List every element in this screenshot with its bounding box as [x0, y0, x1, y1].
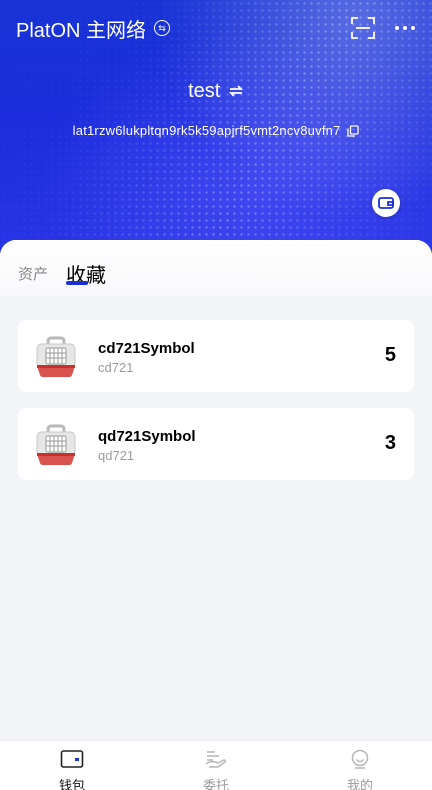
network-switch-icon: ⇆	[154, 20, 171, 36]
wallet-card-icon	[378, 197, 394, 209]
nav-item-profile[interactable]: 我的	[288, 741, 432, 790]
tab-bar: 资产 收藏	[0, 240, 432, 296]
switch-wallet-icon	[228, 85, 244, 97]
nft-symbol: cd721Symbol	[98, 340, 195, 357]
profile-icon	[351, 749, 369, 769]
nav-label-wallet: 钱包	[58, 778, 85, 790]
wallet-manage-button[interactable]	[372, 189, 400, 217]
wallet-address[interactable]: lat1rzw6lukpltqn9rk5k59apjrf5vmt2ncv8uvf…	[0, 123, 432, 138]
scan-icon[interactable]	[351, 17, 375, 39]
copy-icon[interactable]	[347, 125, 359, 137]
wallet-header: PlatON 主网络 ⇆ test lat1rzw6lukpltqn9rk5k5…	[0, 0, 432, 270]
tab-assets[interactable]: 资产	[18, 263, 48, 284]
nft-count: 3	[384, 432, 396, 454]
nav-label-profile: 我的	[346, 778, 373, 790]
wallet-name: test	[188, 80, 221, 102]
nft-name: cd721	[98, 360, 134, 375]
address-text: lat1rzw6lukpltqn9rk5k59apjrf5vmt2ncv8uvf…	[72, 123, 341, 138]
list-item[interactable]: qd721Symbol qd721 3	[18, 408, 414, 480]
content-panel: 资产 收藏 cd721Symbol cd721 5 qd721Symbol qd…	[0, 240, 432, 740]
nft-count: 5	[384, 344, 396, 366]
nft-name: qd721	[98, 448, 135, 463]
nav-item-wallet[interactable]: 钱包	[0, 741, 144, 790]
network-label: PlatON 主网络	[16, 19, 147, 42]
nft-symbol: qd721Symbol	[98, 428, 196, 445]
wallet-name-switch[interactable]: test	[0, 80, 432, 103]
list-item[interactable]: cd721Symbol cd721 5	[18, 320, 414, 392]
nav-label-delegate: 委托	[202, 778, 229, 790]
wallet-icon	[60, 750, 84, 768]
bottom-navigation: 钱包 委托 我的	[0, 740, 432, 790]
network-selector[interactable]: PlatON 主网络 ⇆	[16, 14, 171, 42]
nav-item-delegate[interactable]: 委托	[144, 741, 288, 790]
active-tab-indicator	[66, 281, 88, 285]
pet-carrier-icon	[36, 424, 76, 466]
more-icon[interactable]	[393, 20, 417, 36]
pet-carrier-icon	[36, 336, 76, 378]
delegate-icon	[205, 751, 227, 768]
